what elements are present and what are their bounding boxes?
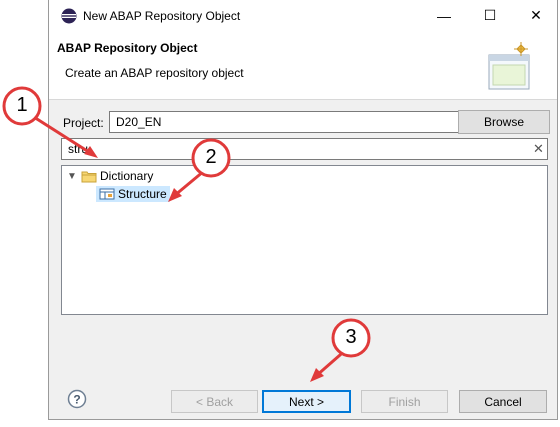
svg-text:?: ? [73, 393, 80, 407]
tree-item-dictionary[interactable]: ▼ Dictionary [66, 167, 153, 185]
filter-input[interactable]: stru [61, 138, 548, 160]
chevron-down-icon[interactable]: ▼ [66, 171, 78, 182]
callout-1-number: 1 [16, 94, 28, 116]
eclipse-icon [61, 8, 77, 24]
minimize-button[interactable]: — [421, 0, 467, 31]
close-button[interactable]: ✕ [513, 0, 559, 31]
back-button[interactable]: < Back [171, 390, 258, 413]
clear-icon[interactable]: ✕ [533, 141, 544, 157]
next-button[interactable]: Next > [262, 390, 351, 413]
finish-button[interactable]: Finish [361, 390, 448, 413]
project-input[interactable]: D20_EN [109, 111, 501, 133]
wizard-banner: ABAP Repository Object Create an ABAP re… [49, 31, 557, 100]
tree-item-label: Dictionary [100, 169, 154, 183]
wizard-banner-icon [488, 42, 530, 90]
browse-button[interactable]: Browse [458, 110, 550, 134]
callout-3-number: 3 [345, 326, 357, 348]
help-icon[interactable]: ? [67, 389, 87, 409]
cancel-button[interactable]: Cancel [459, 390, 547, 413]
banner-title: ABAP Repository Object [57, 41, 198, 55]
title-bar: New ABAP Repository Object — ☐ ✕ [49, 0, 557, 31]
callout-2-number: 2 [205, 146, 217, 168]
selected-item[interactable]: Structure [96, 186, 170, 202]
banner-description: Create an ABAP repository object [65, 66, 244, 80]
maximize-button[interactable]: ☐ [467, 0, 513, 31]
tree-item-structure[interactable]: Structure [96, 185, 170, 203]
window-title: New ABAP Repository Object [83, 9, 241, 23]
object-type-tree[interactable]: ▼ Dictionary Structure [61, 165, 548, 315]
structure-icon [99, 188, 115, 200]
folder-icon [81, 171, 97, 183]
